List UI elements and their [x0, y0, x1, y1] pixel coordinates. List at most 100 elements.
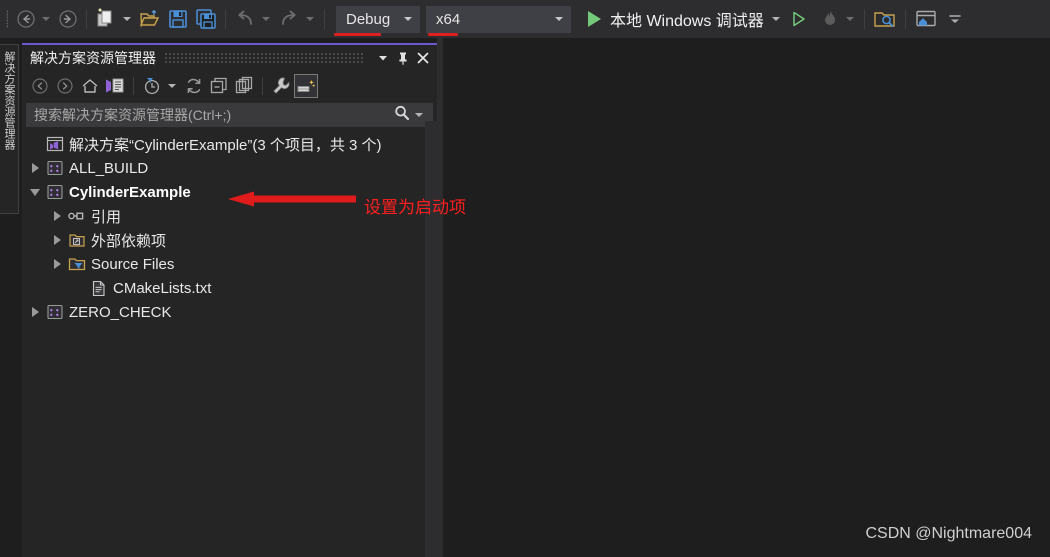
undo-icon	[238, 10, 252, 25]
se-toolbar-separator	[133, 77, 134, 95]
search-icon[interactable]	[393, 104, 411, 127]
se-pending-changes-button[interactable]	[140, 74, 164, 98]
save-all-button[interactable]	[192, 5, 220, 33]
external-dependencies-icon	[66, 232, 88, 248]
expander-icon[interactable]	[26, 163, 44, 173]
panel-window-dropdown-button[interactable]	[373, 48, 393, 68]
navigate-backward-dropdown[interactable]	[42, 17, 50, 21]
panel-pin-button[interactable]	[393, 48, 413, 68]
start-debugging-label: 本地 Windows 调试器	[610, 13, 764, 30]
search-input[interactable]	[34, 107, 393, 123]
redo-dropdown[interactable]	[306, 17, 314, 21]
panel-close-button[interactable]	[413, 48, 433, 68]
solution-explorer-scrollbar[interactable]	[425, 121, 437, 557]
new-item-button[interactable]	[92, 5, 120, 33]
undo-dropdown[interactable]	[262, 17, 270, 21]
collapse-all-icon	[210, 77, 227, 94]
se-forward-button[interactable]	[53, 74, 77, 98]
start-debugging-button[interactable]	[585, 5, 604, 33]
preview-selected-items-icon	[297, 80, 315, 92]
refresh-icon	[187, 78, 201, 94]
panel-splitter[interactable]	[437, 38, 443, 557]
toolbar-separator-5	[904, 9, 906, 29]
tree-item-label: 外部依赖项	[91, 232, 167, 250]
hot-reload-button[interactable]	[817, 5, 843, 33]
solution-explorer-panel: 解决方案资源管理器 搜索解决方案资源管理器(Ctrl+;) 解决方案“Cylin…	[22, 43, 437, 557]
solution-explorer-search[interactable]	[26, 103, 433, 127]
new-item-icon	[97, 8, 112, 27]
save-button[interactable]	[164, 5, 192, 33]
se-toolbar-separator-2	[262, 77, 263, 95]
home-icon	[82, 79, 98, 93]
toolbar-grip[interactable]	[3, 8, 13, 30]
se-show-all-files-button[interactable]	[232, 74, 256, 98]
tree-item-label: Source Files	[91, 255, 175, 273]
navigate-forward-button[interactable]	[55, 5, 81, 33]
references-icon	[66, 209, 88, 223]
tree-item-solution[interactable]: 解决方案“CylinderExample”(3 个项目，共 3 个)	[26, 132, 437, 156]
se-switch-views-button[interactable]	[103, 74, 127, 98]
back-icon	[32, 78, 48, 94]
se-refresh-button[interactable]	[182, 74, 206, 98]
redo-button[interactable]	[275, 5, 303, 33]
start-debugging-dropdown[interactable]	[771, 17, 780, 21]
undo-button[interactable]	[231, 5, 259, 33]
pin-icon	[399, 52, 407, 65]
titlebar-drag-dots[interactable]	[164, 53, 365, 63]
se-home-button[interactable]	[78, 74, 102, 98]
tree-item-label: CMakeLists.txt	[113, 279, 212, 297]
solution-explorer-titlebar: 解决方案资源管理器	[22, 45, 437, 71]
annotation-underline-platform	[428, 33, 458, 36]
navigate-backward-button[interactable]	[13, 5, 39, 33]
overflow-chevron-icon	[949, 15, 961, 23]
dock-tab-label: 解决方案资源管理器	[3, 51, 15, 150]
dock-tab-solution-explorer[interactable]: 解决方案资源管理器	[0, 44, 19, 214]
main-toolbar: Debug x64 本地 Windows 调试器	[0, 0, 1050, 38]
hot-reload-dropdown[interactable]	[845, 17, 854, 21]
start-without-debugging-button[interactable]	[785, 5, 811, 33]
toolbar-overflow-button[interactable]	[943, 5, 967, 33]
se-preview-selected-items-button[interactable]	[294, 74, 318, 98]
tree-item-external-dependencies[interactable]: 外部依赖项	[26, 228, 437, 252]
play-outline-icon	[793, 11, 805, 27]
expander-icon[interactable]	[26, 188, 44, 196]
save-icon	[169, 10, 187, 28]
expander-icon[interactable]	[26, 307, 44, 317]
visual-studio-window: Debug x64 本地 Windows 调试器 解决方案资源管理器 解决方案资…	[0, 0, 1050, 557]
toolbar-separator-2	[225, 9, 226, 29]
tree-item-label: ALL_BUILD	[69, 159, 149, 177]
expander-icon[interactable]	[48, 235, 66, 245]
tree-item-label: CylinderExample	[69, 183, 191, 201]
solution-configuration-dropdown[interactable]: Debug	[336, 5, 420, 33]
solution-tree: 解决方案“CylinderExample”(3 个项目，共 3 个) ALL_B…	[22, 132, 437, 324]
tree-item-source-files[interactable]: Source Files	[26, 252, 437, 276]
expander-icon[interactable]	[48, 211, 66, 221]
tree-item-zero-check[interactable]: ZERO_CHECK	[26, 300, 437, 324]
search-options-dropdown[interactable]	[415, 113, 423, 117]
toolbar-separator	[86, 9, 87, 29]
se-collapse-all-button[interactable]	[207, 74, 231, 98]
new-item-dropdown[interactable]	[123, 17, 131, 21]
cpp-project-icon	[44, 160, 66, 176]
se-pending-changes-dropdown[interactable]	[168, 84, 176, 88]
find-in-files-button[interactable]	[870, 5, 900, 33]
navigate-backward-icon	[17, 10, 35, 28]
window-layout-button[interactable]	[911, 5, 941, 33]
tree-item-all-build[interactable]: ALL_BUILD	[26, 156, 437, 180]
solution-icon	[44, 136, 66, 152]
clock-filter-icon	[144, 78, 160, 95]
se-back-button[interactable]	[28, 74, 52, 98]
open-folder-icon	[139, 9, 160, 28]
solution-explorer-toolbar	[22, 71, 437, 101]
solution-platform-dropdown[interactable]: x64	[426, 5, 571, 33]
wrench-icon	[273, 77, 290, 94]
expander-icon[interactable]	[48, 259, 66, 269]
open-file-button[interactable]	[136, 5, 164, 33]
annotation-text: 设置为启动项	[364, 198, 466, 217]
watermark: CSDN @Nightmare004	[865, 525, 1032, 542]
close-icon	[417, 52, 429, 64]
se-properties-button[interactable]	[269, 74, 293, 98]
solution-platform-label: x64	[436, 10, 461, 28]
tree-item-cmakelists[interactable]: CMakeLists.txt	[26, 276, 437, 300]
tree-item-label: 解决方案“CylinderExample”(3 个项目，共 3 个)	[69, 136, 382, 154]
